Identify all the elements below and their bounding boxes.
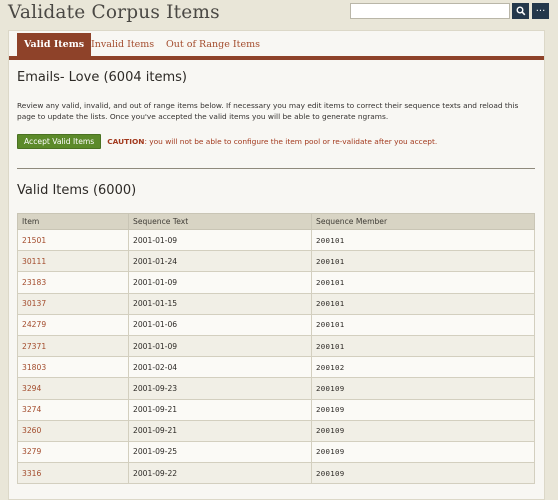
item-link[interactable]: 21501: [22, 236, 46, 245]
sequence-text-cell: 2001-01-24: [128, 250, 312, 273]
search-input[interactable]: [350, 3, 510, 19]
sequence-member-cell: 200101: [311, 250, 535, 273]
sequence-member-cell: 200109: [311, 398, 535, 421]
corpus-title: Emails- Love (6004 items): [17, 70, 187, 85]
caution-text: : you will not be able to configure the …: [144, 137, 438, 146]
item-cell: 21501: [17, 228, 129, 252]
item-link[interactable]: 24279: [22, 320, 46, 329]
valid-items-title: Valid Items (6000): [17, 183, 137, 198]
search-icon: [516, 6, 525, 16]
item-cell: 30111: [17, 250, 129, 273]
sequence-member-cell: 200101: [311, 271, 535, 294]
valid-items-table: Item Sequence Text Sequence Member 21501…: [17, 213, 535, 485]
page-title: Validate Corpus Items: [8, 2, 220, 23]
item-link[interactable]: 3279: [22, 447, 41, 456]
tab-valid-items[interactable]: Valid Items: [17, 33, 92, 58]
column-header-sequence-text[interactable]: Sequence Text: [128, 213, 312, 230]
search-bar: ···: [350, 3, 549, 19]
item-link[interactable]: 3274: [22, 405, 41, 414]
item-cell: 3294: [17, 377, 129, 400]
main-panel: Valid Items Invalid Items Out of Range I…: [8, 30, 545, 500]
accept-row: Accept Valid Items CAUTION: you will not…: [17, 134, 437, 149]
item-cell: 3260: [17, 419, 129, 442]
item-link[interactable]: 30111: [22, 257, 46, 266]
item-link[interactable]: 23183: [22, 278, 46, 287]
table-row: 30111 2001-01-24 200101: [17, 250, 535, 273]
sequence-text-cell: 2001-02-04: [128, 356, 312, 379]
table-header-row: Item Sequence Text Sequence Member: [17, 213, 535, 230]
sequence-text-cell: 2001-01-09: [128, 334, 312, 358]
search-button[interactable]: [512, 3, 529, 19]
sequence-member-cell: 200101: [311, 228, 535, 252]
table-row: 23183 2001-01-09 200101: [17, 271, 535, 294]
table-row: 3279 2001-09-25 200109: [17, 440, 535, 464]
table-row: 3260 2001-09-21 200109: [17, 419, 535, 442]
sequence-member-cell: 200101: [311, 292, 535, 315]
tab-invalid-items[interactable]: Invalid Items: [91, 33, 154, 56]
column-header-item[interactable]: Item: [17, 213, 129, 230]
sequence-text-cell: 2001-01-06: [128, 313, 312, 336]
caution-label: CAUTION: [107, 137, 145, 146]
item-link[interactable]: 3294: [22, 384, 41, 393]
page-header: Validate Corpus Items ···: [0, 0, 558, 28]
table-row: 30137 2001-01-15 200101: [17, 292, 535, 315]
accept-valid-items-button[interactable]: Accept Valid Items: [17, 134, 102, 149]
item-cell: 3279: [17, 440, 129, 464]
table-row: 3294 2001-09-23 200109: [17, 377, 535, 400]
sequence-text-cell: 2001-09-21: [128, 398, 312, 421]
sequence-member-cell: 200101: [311, 313, 535, 336]
more-options-button[interactable]: ···: [532, 3, 549, 19]
item-cell: 27371: [17, 334, 129, 358]
table-row: 31803 2001-02-04 200102: [17, 356, 535, 379]
item-cell: 23183: [17, 271, 129, 294]
table-row: 3274 2001-09-21 200109: [17, 398, 535, 421]
item-cell: 31803: [17, 356, 129, 379]
table-row: 24279 2001-01-06 200101: [17, 313, 535, 336]
sequence-text-cell: 2001-09-22: [128, 462, 312, 485]
item-link[interactable]: 3316: [22, 469, 41, 478]
tab-out-of-range-items[interactable]: Out of Range Items: [166, 33, 260, 56]
section-divider: [17, 168, 535, 169]
item-link[interactable]: 31803: [22, 363, 46, 372]
sequence-text-cell: 2001-01-15: [128, 292, 312, 315]
sequence-member-cell: 200109: [311, 462, 535, 485]
item-cell: 3274: [17, 398, 129, 421]
table-row: 21501 2001-01-09 200101: [17, 228, 535, 252]
sequence-text-cell: 2001-01-09: [128, 271, 312, 294]
item-link[interactable]: 27371: [22, 342, 46, 351]
item-cell: 3316: [17, 462, 129, 485]
item-link[interactable]: 3260: [22, 426, 41, 435]
sequence-text-cell: 2001-09-25: [128, 440, 312, 464]
sequence-member-cell: 200102: [311, 356, 535, 379]
sequence-member-cell: 200109: [311, 419, 535, 442]
sequence-member-cell: 200109: [311, 440, 535, 464]
sequence-text-cell: 2001-01-09: [128, 228, 312, 252]
column-header-sequence-member[interactable]: Sequence Member: [311, 213, 535, 230]
sequence-text-cell: 2001-09-23: [128, 377, 312, 400]
item-link[interactable]: 30137: [22, 299, 46, 308]
item-cell: 24279: [17, 313, 129, 336]
sequence-member-cell: 200109: [311, 377, 535, 400]
tab-bar: Valid Items Invalid Items Out of Range I…: [9, 31, 544, 60]
caution-message: CAUTION: you will not be able to configu…: [107, 137, 437, 146]
intro-text: Review any valid, invalid, and out of ra…: [17, 101, 519, 121]
sequence-member-cell: 200101: [311, 334, 535, 358]
table-row: 27371 2001-01-09 200101: [17, 334, 535, 358]
table-row: 3316 2001-09-22 200109: [17, 462, 535, 485]
item-cell: 30137: [17, 292, 129, 315]
sequence-text-cell: 2001-09-21: [128, 419, 312, 442]
